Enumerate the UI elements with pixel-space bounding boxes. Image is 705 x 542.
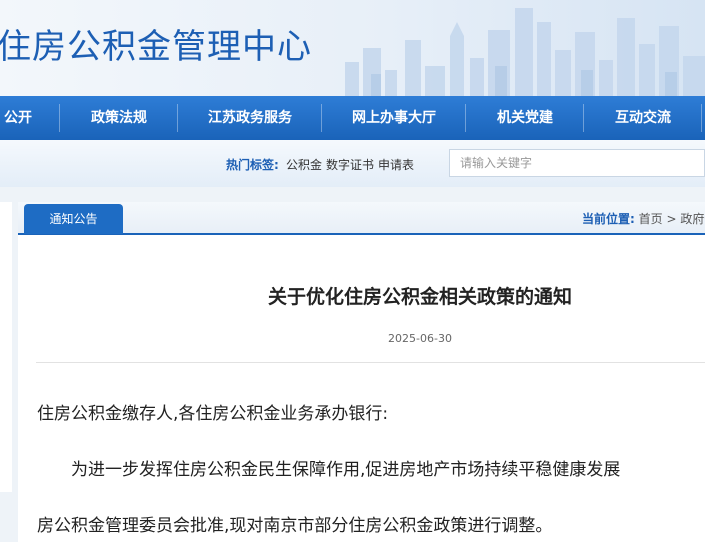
nav-item-party-building[interactable]: 机关党建 [466,96,584,140]
hot-tag-link[interactable]: 数字证书 [326,156,374,173]
search-input[interactable] [449,149,705,177]
title-divider [36,362,705,363]
content-card: 通知公告 当前位置: 首页 > 政府信 关于优化住房公积金相关政策的通知 202… [18,202,705,542]
hot-tags-label: 热门标签: [226,158,279,172]
article-date: 2025-06-30 [388,332,452,345]
nav-item-jiangsu-gov-service[interactable]: 江苏政务服务 [178,96,322,140]
breadcrumb-home-link[interactable]: 首页 [639,212,663,226]
header-banner: 住房公积金管理中心 [0,0,705,96]
breadcrumb: 当前位置: 首页 > 政府信 [582,210,705,227]
article-paragraph: 为进一步发挥住房公积金民生保障作用,促进房地产市场持续平稳健康发展 [71,460,621,480]
nav-item-public[interactable]: 公开 [0,96,38,140]
article-salutation: 住房公积金缴存人,各住房公积金业务承办银行: [37,404,389,424]
content-card-header: 通知公告 当前位置: 首页 > 政府信 [18,202,705,235]
main-nav: 公开 政策法规 江苏政务服务 网上办事大厅 机关党建 互动交流 [0,96,705,140]
hot-tag-link[interactable]: 公积金 [286,156,322,173]
hot-tag-link[interactable]: 申请表 [378,156,414,173]
nav-item-policies[interactable]: 政策法规 [60,96,178,140]
city-skyline-illustration [345,8,705,96]
article-title: 关于优化住房公积金相关政策的通知 [267,286,572,308]
nav-item-online-hall[interactable]: 网上办事大厅 [322,96,466,140]
left-panel-edge [0,202,12,492]
search-bar: 热门标签: 公积金 数字证书 申请表 [0,140,705,187]
breadcrumb-gov-info-link[interactable]: 政府信 [680,212,705,226]
site-title: 住房公积金管理中心 [0,27,312,67]
breadcrumb-separator: > [666,212,677,226]
tab-notices[interactable]: 通知公告 [24,204,123,234]
nav-divider [701,104,702,132]
location-label: 当前位置: [582,212,635,226]
nav-item-interaction[interactable]: 互动交流 [584,96,702,140]
article-paragraph: 房公积金管理委员会批准,现对南京市部分住房公积金政策进行调整。 [37,516,553,536]
